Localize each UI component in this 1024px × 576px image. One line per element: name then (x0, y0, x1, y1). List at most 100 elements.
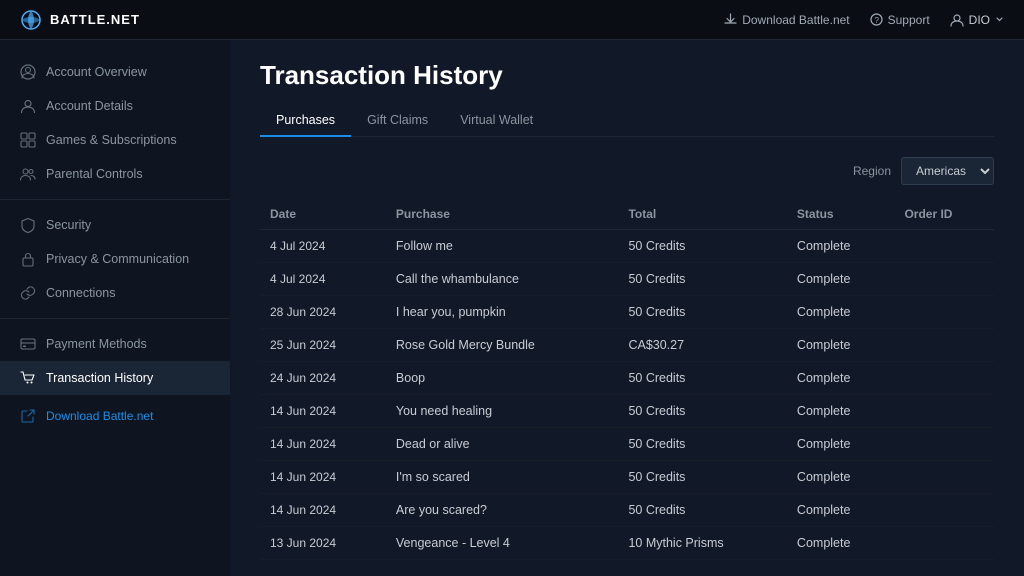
table-body: 4 Jul 2024 Follow me 50 Credits Complete… (260, 230, 994, 560)
cell-total: 50 Credits (618, 395, 786, 428)
cell-order-id (894, 263, 994, 296)
cell-total: CA$30.27 (618, 329, 786, 362)
col-header-date: Date (260, 199, 386, 230)
link-icon (20, 285, 36, 301)
cell-date: 28 Jun 2024 (260, 296, 386, 329)
tabs-bar: Purchases Gift Claims Virtual Wallet (260, 105, 994, 137)
sidebar-label-connections: Connections (46, 286, 116, 300)
cell-status: Complete (787, 263, 895, 296)
grid-icon (20, 132, 36, 148)
cell-date: 25 Jun 2024 (260, 329, 386, 362)
sidebar-item-account-overview[interactable]: Account Overview (0, 55, 230, 89)
col-header-purchase: Purchase (386, 199, 619, 230)
cell-purchase: Dead or alive (386, 428, 619, 461)
support-nav[interactable]: ? Support (870, 13, 930, 27)
sidebar-label-parental-controls: Parental Controls (46, 167, 143, 181)
table-row: 14 Jun 2024 I'm so scared 50 Credits Com… (260, 461, 994, 494)
sidebar-item-privacy[interactable]: Privacy & Communication (0, 242, 230, 276)
cell-purchase: You need healing (386, 395, 619, 428)
region-select[interactable]: Americas Europe Asia (901, 157, 994, 185)
cell-purchase: I'm so scared (386, 461, 619, 494)
cell-status: Complete (787, 230, 895, 263)
shield-icon (20, 217, 36, 233)
cell-total: 50 Credits (618, 461, 786, 494)
cell-total: 50 Credits (618, 494, 786, 527)
logo-text: BATTLE.NET (50, 12, 140, 27)
cell-purchase: Call the whambulance (386, 263, 619, 296)
user-icon-sidebar (20, 98, 36, 114)
sidebar-item-account-details[interactable]: Account Details (0, 89, 230, 123)
cell-date: 13 Jun 2024 (260, 527, 386, 560)
cell-order-id (894, 428, 994, 461)
transaction-table: Date Purchase Total Status Order ID 4 Ju… (260, 199, 994, 560)
sidebar-item-download[interactable]: Download Battle.net (0, 399, 230, 433)
cell-date: 14 Jun 2024 (260, 461, 386, 494)
cell-order-id (894, 296, 994, 329)
cell-status: Complete (787, 296, 895, 329)
table-row: 14 Jun 2024 Dead or alive 50 Credits Com… (260, 428, 994, 461)
cell-status: Complete (787, 461, 895, 494)
cell-purchase: Boop (386, 362, 619, 395)
cell-order-id (894, 230, 994, 263)
table-row: 25 Jun 2024 Rose Gold Mercy Bundle CA$30… (260, 329, 994, 362)
sidebar-divider-1 (0, 199, 230, 200)
download-battlenet-nav[interactable]: Download Battle.net (724, 13, 849, 27)
table-header: Date Purchase Total Status Order ID (260, 199, 994, 230)
cell-status: Complete (787, 428, 895, 461)
sidebar-label-download: Download Battle.net (46, 409, 153, 423)
cell-purchase: Vengeance - Level 4 (386, 527, 619, 560)
table-row: 14 Jun 2024 Are you scared? 50 Credits C… (260, 494, 994, 527)
cell-status: Complete (787, 362, 895, 395)
sidebar: Account Overview Account Details Games &… (0, 40, 230, 576)
chevron-down-icon (995, 15, 1004, 24)
col-header-order-id: Order ID (894, 199, 994, 230)
tab-virtual-wallet[interactable]: Virtual Wallet (444, 105, 549, 137)
sidebar-label-games-subscriptions: Games & Subscriptions (46, 133, 177, 147)
cell-order-id (894, 494, 994, 527)
sidebar-item-games-subscriptions[interactable]: Games & Subscriptions (0, 123, 230, 157)
region-row: Region Americas Europe Asia (260, 157, 994, 185)
cell-date: 4 Jul 2024 (260, 230, 386, 263)
table-row: 13 Jun 2024 Vengeance - Level 4 10 Mythi… (260, 527, 994, 560)
external-link-icon (20, 408, 36, 424)
cell-order-id (894, 362, 994, 395)
sidebar-item-parental-controls[interactable]: Parental Controls (0, 157, 230, 191)
table-row: 4 Jul 2024 Follow me 50 Credits Complete (260, 230, 994, 263)
sidebar-divider-2 (0, 318, 230, 319)
cell-total: 50 Credits (618, 230, 786, 263)
sidebar-item-payment-methods[interactable]: Payment Methods (0, 327, 230, 361)
cart-icon (20, 370, 36, 386)
battlenet-logo-icon (20, 9, 42, 31)
sidebar-label-payment-methods: Payment Methods (46, 337, 147, 351)
cell-total: 10 Mythic Prisms (618, 527, 786, 560)
region-label: Region (853, 164, 891, 178)
cell-date: 14 Jun 2024 (260, 395, 386, 428)
cell-purchase: I hear you, pumpkin (386, 296, 619, 329)
cell-status: Complete (787, 494, 895, 527)
sidebar-item-security[interactable]: Security (0, 208, 230, 242)
tab-purchases[interactable]: Purchases (260, 105, 351, 137)
sidebar-label-transaction-history: Transaction History (46, 371, 153, 385)
sidebar-item-connections[interactable]: Connections (0, 276, 230, 310)
top-nav: BATTLE.NET Download Battle.net ? Support… (0, 0, 1024, 40)
user-nav[interactable]: DIO (950, 13, 1004, 27)
sidebar-item-transaction-history[interactable]: Transaction History (0, 361, 230, 395)
cell-date: 14 Jun 2024 (260, 494, 386, 527)
cell-order-id (894, 329, 994, 362)
svg-text:?: ? (874, 16, 879, 25)
tab-gift-claims[interactable]: Gift Claims (351, 105, 444, 137)
cell-status: Complete (787, 395, 895, 428)
col-header-status: Status (787, 199, 895, 230)
main-content: Transaction History Purchases Gift Claim… (230, 40, 1024, 576)
main-layout: Account Overview Account Details Games &… (0, 40, 1024, 576)
cell-total: 50 Credits (618, 263, 786, 296)
cell-total: 50 Credits (618, 428, 786, 461)
cell-date: 14 Jun 2024 (260, 428, 386, 461)
table-row: 14 Jun 2024 You need healing 50 Credits … (260, 395, 994, 428)
users-icon (20, 166, 36, 182)
cell-total: 50 Credits (618, 362, 786, 395)
logo[interactable]: BATTLE.NET (20, 9, 140, 31)
cell-status: Complete (787, 329, 895, 362)
table-row: 4 Jul 2024 Call the whambulance 50 Credi… (260, 263, 994, 296)
cell-order-id (894, 527, 994, 560)
